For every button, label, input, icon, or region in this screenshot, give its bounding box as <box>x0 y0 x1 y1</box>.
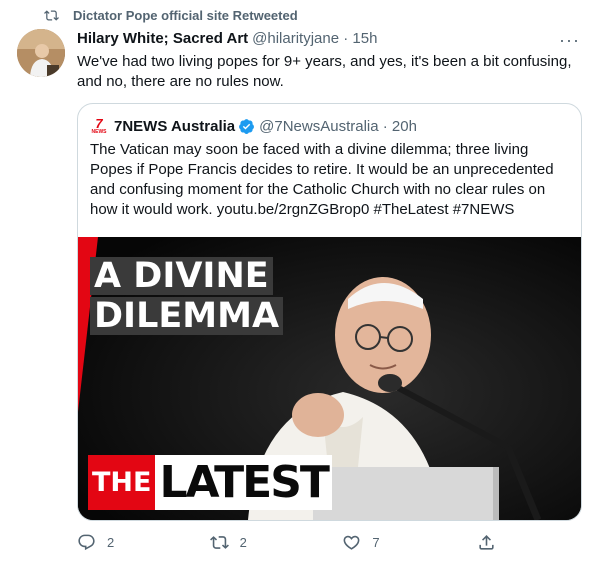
tweet-actions: 2 2 7 <box>77 533 507 552</box>
retweet-button[interactable]: 2 <box>209 533 343 552</box>
quoted-tweet-text: The Vatican may soon be faced with a div… <box>90 141 554 218</box>
retweet-label: Dictator Pope official site Retweeted <box>73 8 298 23</box>
like-count: 7 <box>372 535 380 550</box>
verified-badge-icon <box>239 118 255 134</box>
retweet-indicator[interactable]: Dictator Pope official site Retweeted <box>44 8 298 23</box>
headline-overlay: A DIVINE DILEMMA <box>90 257 284 335</box>
retweet-count: 2 <box>239 535 247 550</box>
reply-button[interactable]: 2 <box>77 533 210 552</box>
avatar-image <box>17 29 65 77</box>
the-latest-badge: THE LATEST <box>88 455 332 510</box>
7news-logo: 7 NEWS <box>90 117 108 135</box>
reply-count: 2 <box>107 535 115 550</box>
logo-word: NEWS <box>91 128 107 135</box>
author-handle-time[interactable]: @hilarityjane · 15h <box>252 30 377 47</box>
retweet-icon <box>44 10 59 21</box>
more-options-icon[interactable]: ··· <box>559 30 580 51</box>
tweet-header: Hilary White; Sacred Art @hilarityjane ·… <box>77 30 377 47</box>
quoted-tweet-header: 7 NEWS 7NEWS Australia @7NewsAustralia ·… <box>90 117 417 135</box>
tweet-text: We've had two living popes for 9+ years,… <box>77 53 572 90</box>
quoted-tweet[interactable]: 7 NEWS 7NEWS Australia @7NewsAustralia ·… <box>77 103 582 521</box>
quoted-author-handle-time[interactable]: @7NewsAustralia · 20h <box>259 118 417 135</box>
quoted-tweet-image[interactable]: A DIVINE DILEMMA THE LATEST <box>78 237 581 520</box>
badge-the: THE <box>88 455 156 510</box>
quoted-author-name[interactable]: 7NEWS Australia <box>114 118 235 135</box>
logo-number: 7 <box>95 115 103 131</box>
share-icon <box>479 535 494 550</box>
share-button[interactable] <box>477 533 507 552</box>
badge-latest: LATEST <box>155 455 332 510</box>
retweet-action-icon <box>209 536 229 549</box>
reply-icon <box>78 534 95 551</box>
heart-icon <box>343 535 360 550</box>
like-button[interactable]: 7 <box>342 533 477 552</box>
headline-line-2: DILEMMA <box>90 297 284 335</box>
headline-line-1: A DIVINE <box>90 257 273 295</box>
author-name[interactable]: Hilary White; Sacred Art <box>77 30 248 47</box>
avatar[interactable] <box>17 29 65 77</box>
